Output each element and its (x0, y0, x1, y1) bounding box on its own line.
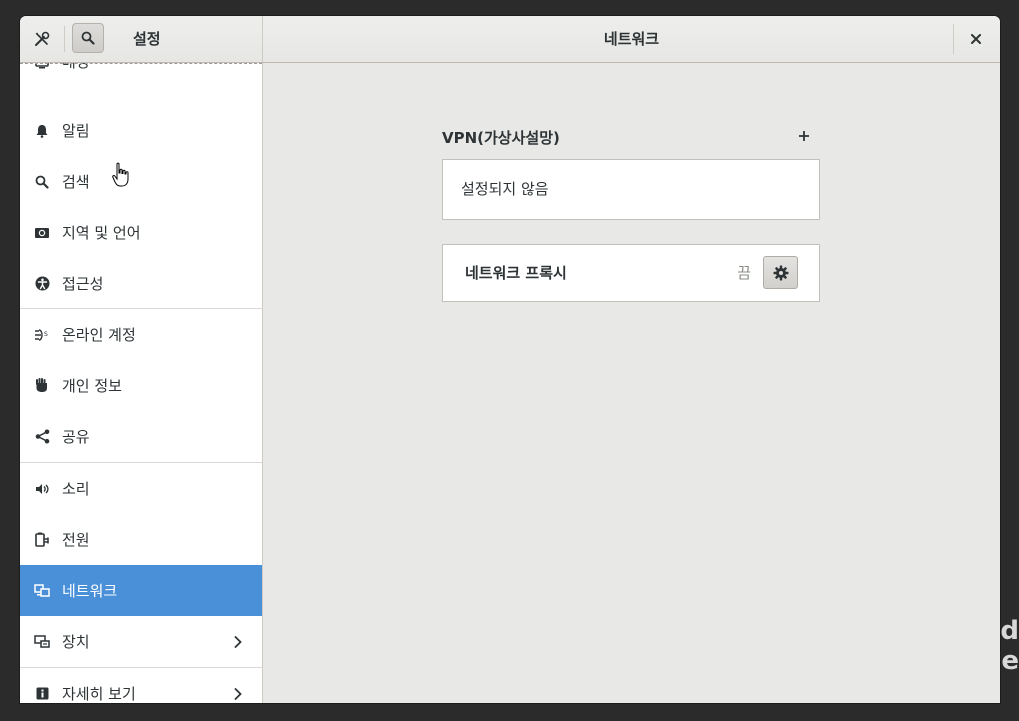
header-separator (64, 26, 65, 52)
search-button[interactable] (72, 23, 104, 53)
vpn-list: 설정되지 않음 (442, 159, 820, 220)
sidebar-item-label: 접근성 (62, 275, 104, 293)
sidebar-item-label: 네트워크 (62, 582, 118, 600)
region-flag-icon (34, 225, 50, 241)
chevron-right-icon (230, 686, 246, 702)
privacy-hand-icon (34, 378, 50, 394)
desktop-background-text: d e (1000, 616, 1019, 676)
sidebar-item-label: 공유 (62, 428, 90, 446)
sidebar-item-label: 지역 및 언어 (62, 224, 141, 242)
sidebar-item-details[interactable]: 자세히 보기 (20, 668, 262, 703)
online-accounts-icon: S (34, 327, 50, 343)
sidebar-item-sound[interactable]: 소리 (20, 463, 262, 514)
share-icon (34, 429, 50, 445)
chevron-right-icon (230, 634, 246, 650)
speaker-icon (34, 481, 50, 497)
info-icon (34, 686, 50, 702)
sidebar-item-region-language[interactable]: 지역 및 언어 (20, 207, 262, 258)
sidebar-item-power[interactable]: 전원 (20, 514, 262, 565)
sidebar-item-notifications[interactable]: 알림 (20, 105, 262, 156)
sidebar-item-label: 검색 (62, 173, 90, 191)
plus-icon (799, 131, 809, 141)
search-icon (81, 31, 95, 45)
mouse-pointer-hand-icon (112, 162, 129, 187)
network-icon (34, 583, 50, 599)
network-proxy-row[interactable]: 네트워크 프록시 끔 (442, 244, 820, 302)
sidebar: 배경 알림 검색 지역 및 언어 접근성 (20, 63, 263, 703)
sidebar-item-background[interactable]: 배경 (20, 63, 262, 87)
header-left-pane: 설정 (20, 16, 263, 62)
proxy-settings-button[interactable] (763, 256, 798, 289)
header-bar: 설정 네트워크 (20, 16, 1000, 63)
sidebar-item-accessibility[interactable]: 접근성 (20, 258, 262, 309)
desktop-text-line-2: e (1001, 646, 1019, 676)
settings-tools-icon[interactable] (28, 24, 56, 54)
network-proxy-status: 끔 (737, 264, 751, 282)
page-title: 네트워크 (603, 30, 660, 48)
sidebar-item-sharing[interactable]: 공유 (20, 411, 262, 462)
network-proxy-label: 네트워크 프록시 (465, 264, 567, 282)
vpn-empty-label: 설정되지 않음 (461, 180, 549, 198)
sidebar-item-network[interactable]: 네트워크 (20, 565, 262, 616)
devices-icon (34, 634, 50, 650)
sidebar-item-label: 자세히 보기 (62, 685, 136, 703)
add-vpn-button[interactable] (792, 124, 816, 148)
desktop-text-line-1: d (1000, 616, 1019, 646)
close-button[interactable] (961, 24, 991, 54)
close-icon (971, 34, 981, 44)
network-panel: VPN(가상사설망) 설정되지 않음 네트워크 프록시 끔 (263, 63, 1000, 703)
scroll-edge-separator (20, 63, 262, 64)
sidebar-item-label: 장치 (62, 633, 90, 651)
gear-icon (773, 265, 788, 280)
settings-window: 설정 네트워크 배경 알림 검색 (20, 16, 1000, 703)
sidebar-item-search[interactable]: 검색 (20, 156, 262, 207)
sidebar-item-label: 온라인 계정 (62, 326, 136, 344)
svg-text:S: S (44, 331, 48, 338)
accessibility-icon (34, 276, 50, 292)
sidebar-item-devices[interactable]: 장치 (20, 616, 262, 667)
vpn-section-title: VPN(가상사설망) (442, 129, 560, 147)
settings-title: 설정 (133, 30, 161, 48)
power-plug-icon (34, 532, 50, 548)
bell-icon (34, 123, 50, 139)
sidebar-item-privacy[interactable]: 개인 정보 (20, 360, 262, 411)
sidebar-item-label: 알림 (62, 122, 90, 140)
sidebar-item-label: 개인 정보 (62, 377, 122, 395)
sidebar-item-label: 소리 (62, 480, 90, 498)
sidebar-item-label: 배경 (62, 63, 262, 72)
search-icon (34, 174, 50, 190)
sidebar-item-online-accounts[interactable]: S 온라인 계정 (20, 309, 262, 360)
header-separator-right (953, 24, 954, 54)
sidebar-item-label: 전원 (62, 531, 90, 549)
